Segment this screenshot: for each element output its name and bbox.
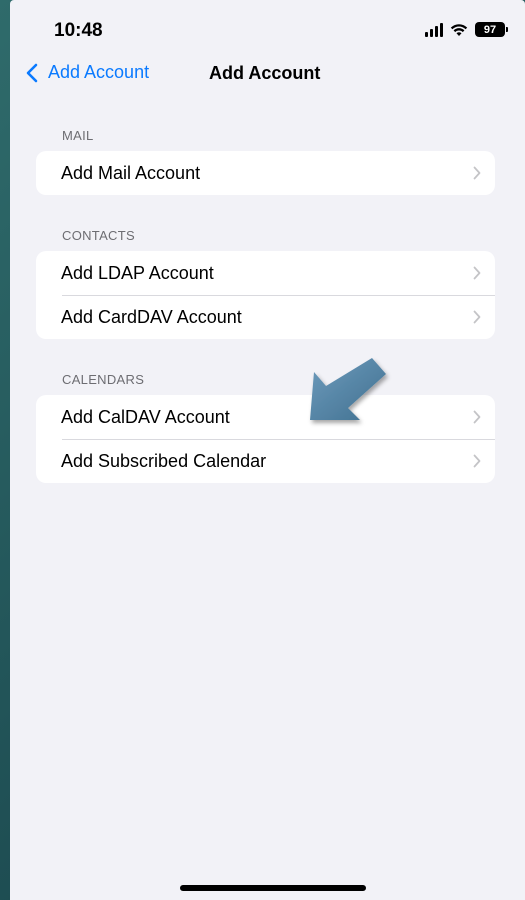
row-label: Add LDAP Account [61, 262, 214, 283]
group-calendars: Add CalDAV Account Add Subscribed Calend… [36, 395, 495, 483]
row-add-caldav-account[interactable]: Add CalDAV Account [36, 395, 495, 439]
status-bar: 10:48 97 [10, 0, 525, 58]
chevron-right-icon [473, 266, 481, 280]
navigation-bar: Add Account Add Account [10, 58, 525, 90]
page-title: Add Account [209, 63, 321, 83]
chevron-right-icon [473, 410, 481, 424]
chevron-right-icon [473, 454, 481, 468]
row-label: Add Mail Account [61, 162, 201, 183]
section-header-calendars: CALENDARS [62, 372, 145, 387]
section-header-contacts: CONTACTS [62, 228, 135, 243]
phone-screen: 10:48 97 Add Account Add Account MAIL Ad… [10, 0, 525, 900]
row-add-carddav-account[interactable]: Add CardDAV Account [36, 295, 495, 339]
row-label: Add Subscribed Calendar [61, 450, 267, 471]
wifi-icon [450, 23, 468, 36]
row-add-ldap-account[interactable]: Add LDAP Account [36, 251, 495, 295]
pointer-arrow-icon [310, 358, 386, 420]
status-icons: 97 [425, 22, 508, 37]
chevron-left-icon [26, 63, 38, 82]
signal-icon [425, 22, 443, 37]
section-header-mail: MAIL [62, 128, 94, 143]
row-label: Add CalDAV Account [61, 406, 230, 427]
back-button-label: Add Account [48, 62, 150, 82]
row-add-mail-account[interactable]: Add Mail Account [36, 151, 495, 195]
chevron-right-icon [473, 310, 481, 324]
back-button[interactable]: Add Account [26, 62, 149, 83]
row-add-subscribed-calendar[interactable]: Add Subscribed Calendar [36, 439, 495, 483]
group-contacts: Add LDAP Account Add CardDAV Account [36, 251, 495, 339]
group-mail: Add Mail Account [36, 151, 495, 195]
battery-icon: 97 [475, 22, 508, 37]
status-time: 10:48 [54, 20, 103, 41]
row-label: Add CardDAV Account [61, 306, 242, 327]
chevron-right-icon [473, 166, 481, 180]
home-indicator [180, 885, 366, 891]
